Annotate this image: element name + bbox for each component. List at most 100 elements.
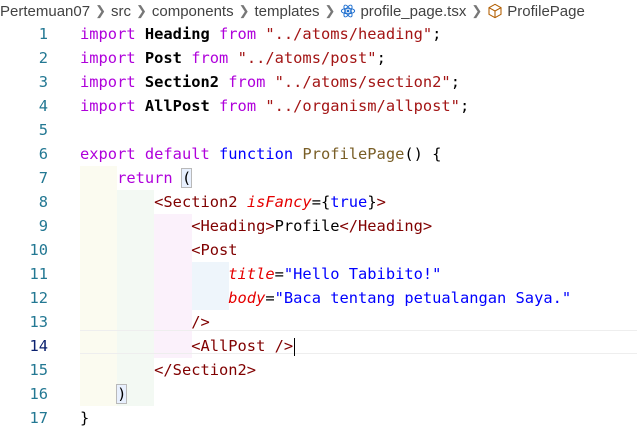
code-token: { (320, 193, 331, 211)
cube-icon (487, 3, 503, 19)
code-line[interactable]: 15 </Section2> (0, 358, 637, 382)
code-token: ; (459, 97, 470, 115)
line-number: 8 (38, 193, 48, 211)
code-token: import (80, 73, 145, 91)
code-text: body="Baca tentang petualangan Saya." (80, 286, 571, 310)
code-token: import (80, 25, 145, 43)
code-token: = (274, 265, 284, 283)
line-number: 7 (38, 169, 48, 187)
code-token: import (80, 97, 145, 115)
line-number: 14 (29, 337, 48, 355)
code-token: AllPost (144, 97, 210, 115)
code-text: } (80, 406, 89, 430)
code-line[interactable]: 5 (0, 118, 637, 142)
code-line[interactable]: 16 ) (0, 382, 637, 406)
code-text: import Section2 from "../atoms/section2"… (80, 70, 460, 94)
code-line[interactable]: 11 title="Hello Tabibito!" (0, 262, 637, 286)
code-line[interactable]: 3 import Section2 from "../atoms/section2… (0, 70, 637, 94)
code-token: "../atoms/heading" (265, 25, 433, 43)
code-text: </Section2> (80, 358, 256, 382)
chevron-right-icon: ❯ (95, 3, 106, 18)
line-number: 6 (38, 145, 48, 163)
breadcrumb-project[interactable]: Pertemuan07 (0, 3, 92, 20)
code-token: "../organism/allpost" (265, 97, 460, 115)
code-text: import Heading from "../atoms/heading"; (80, 22, 441, 46)
code-token: () { (404, 145, 442, 163)
breadcrumb-file[interactable]: profile_page.tsx (338, 3, 468, 20)
breadcrumb: Pertemuan07 ❯ src ❯ components ❯ templat… (0, 0, 637, 22)
line-number: 9 (38, 217, 48, 235)
code-token: function (219, 145, 303, 163)
code-line[interactable]: 14 <AllPost /> (0, 334, 637, 358)
line-number: 11 (29, 265, 48, 283)
matched-bracket: ( (180, 168, 193, 188)
code-token: Profile (274, 217, 340, 235)
code-editor[interactable]: 1 import Heading from "../atoms/heading";… (0, 22, 637, 428)
code-line[interactable]: 13 /> (0, 310, 637, 334)
code-token: = (265, 289, 275, 307)
breadcrumb-folder-templates[interactable]: templates (253, 3, 322, 20)
code-token: > (376, 193, 386, 211)
line-number: 1 (38, 25, 48, 43)
code-token: </Heading> (339, 217, 433, 235)
breadcrumb-file-label: profile_page.tsx (360, 2, 467, 20)
code-line[interactable]: 10 <Post (0, 238, 637, 262)
code-token: title (228, 265, 275, 283)
code-token: Post (144, 49, 182, 67)
line-number: 4 (38, 97, 48, 115)
code-token: from (209, 97, 266, 115)
code-token: true (330, 193, 368, 211)
code-line[interactable]: 9 <Heading>Profile</Heading> (0, 214, 637, 238)
line-number: 5 (38, 121, 48, 139)
code-token: <AllPost /> (191, 337, 294, 355)
code-text: <AllPost /> (80, 334, 296, 358)
code-text: export default function ProfilePage() { (80, 142, 441, 166)
code-token: ; (432, 25, 442, 43)
code-token: ; (376, 49, 386, 67)
code-line[interactable]: 1 import Heading from "../atoms/heading"; (0, 22, 637, 46)
code-token: from (219, 73, 275, 91)
breadcrumb-folder-components[interactable]: components (150, 3, 236, 20)
code-token: } (80, 409, 90, 427)
line-number: 12 (29, 289, 48, 307)
line-number: 15 (29, 361, 48, 379)
code-token: default (144, 145, 220, 163)
chevron-right-icon: ❯ (471, 3, 483, 18)
code-line[interactable]: 7 return ( (0, 166, 637, 190)
chevron-right-icon: ❯ (238, 3, 250, 18)
breadcrumb-symbol[interactable]: ProfilePage (485, 3, 587, 20)
code-token: <Heading> (191, 217, 275, 235)
code-token: <Section2 (154, 193, 247, 211)
code-line[interactable]: 2 import Post from "../atoms/post"; (0, 46, 637, 70)
code-token: Heading (144, 25, 210, 43)
code-text: title="Hello Tabibito!" (80, 262, 441, 286)
code-token: ProfilePage (302, 145, 405, 163)
code-token: "../atoms/post" (237, 49, 377, 67)
breadcrumb-symbol-label: ProfilePage (507, 2, 585, 20)
code-line[interactable]: 4 import AllPost from "../organism/allpos… (0, 94, 637, 118)
code-text: return ( (80, 166, 193, 190)
code-text: /> (80, 310, 210, 334)
code-line[interactable]: 8 <Section2 isFancy={true}> (0, 190, 637, 214)
breadcrumb-folder-src[interactable]: src (109, 3, 133, 20)
code-token: "Baca tentang petualangan Saya." (274, 289, 572, 307)
code-token: = (311, 193, 321, 211)
code-text: import Post from "../atoms/post"; (80, 46, 386, 70)
code-text: <Heading>Profile</Heading> (80, 214, 432, 238)
code-token: "../atoms/section2" (274, 73, 451, 91)
code-token: Section2 (144, 73, 220, 91)
code-token: /> (191, 313, 210, 331)
code-line[interactable]: 17} (0, 406, 637, 430)
code-line[interactable]: 6 export default function ProfilePage() { (0, 142, 637, 166)
matched-bracket: ) (116, 384, 128, 404)
text-cursor (294, 337, 296, 356)
code-line[interactable]: 12 body="Baca tentang petualangan Saya." (0, 286, 637, 310)
line-number: 2 (38, 49, 48, 67)
